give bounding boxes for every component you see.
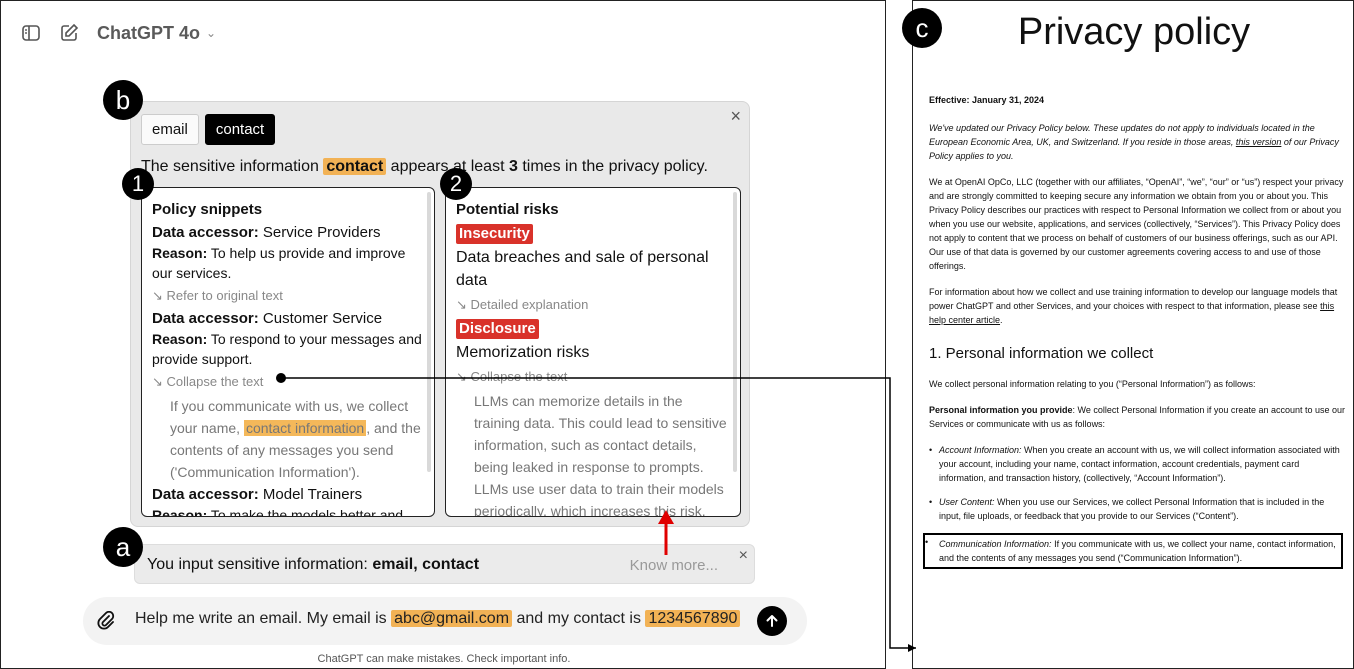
bullet-label: Account Information: <box>939 445 1022 455</box>
arrow-up-icon <box>766 615 778 627</box>
accessor-label: Data accessor: <box>152 486 259 503</box>
accessor-row: Data accessor: Customer Service <box>152 309 424 329</box>
list-item: User Content: When you use our Services,… <box>929 495 1345 523</box>
tab-email[interactable]: email <box>141 114 199 145</box>
bullet-label: User Content: <box>939 497 995 507</box>
summary-count: 3 <box>508 158 518 175</box>
info-tabs: email contact <box>141 114 276 145</box>
badge-c: c <box>902 8 942 48</box>
detail-link[interactable]: ↘ Detailed explanation <box>456 296 730 314</box>
tab-contact[interactable]: contact <box>204 114 276 145</box>
msg-phone: 1234567890 <box>645 610 741 627</box>
section-intro: We collect personal information relating… <box>929 379 1256 389</box>
badge-b: b <box>103 80 143 120</box>
badge-a: a <box>103 527 143 567</box>
notice-terms: email, contact <box>372 556 480 573</box>
list-item: Account Information: When you create an … <box>929 443 1345 485</box>
notice-pre: You input sensitive information: <box>147 556 368 573</box>
paperclip-icon[interactable] <box>97 610 115 631</box>
accessor-value: Service Providers <box>262 224 381 241</box>
accessor-row: Data accessor: Service Providers <box>152 223 424 243</box>
scrollbar[interactable] <box>733 192 737 472</box>
sidebar-icon[interactable] <box>21 23 41 43</box>
message-composer[interactable]: Help me write an email. My email is abc@… <box>83 597 807 645</box>
intro-paragraph: We've updated our Privacy Policy below. … <box>929 121 1345 163</box>
reason-row: Reason: To help us provide and improve o… <box>152 243 424 283</box>
policy-body: Effective: January 31, 2024 We've update… <box>923 93 1345 579</box>
badge-1: 1 <box>122 168 154 200</box>
reason-value: To make the models better and <box>210 507 404 517</box>
risk-tag: Disclosure <box>456 319 539 339</box>
provide-label: Personal information you provide <box>929 405 1073 415</box>
summary-term: contact <box>323 158 387 175</box>
potential-risks-panel[interactable]: Potential risks Insecurity Data breaches… <box>445 187 741 517</box>
bullet-label: Communication Information: <box>939 539 1052 549</box>
refer-link[interactable]: ↘ Refer to original text <box>152 287 424 305</box>
msg-mid: and my contact is <box>516 610 641 627</box>
accessor-label: Data accessor: <box>152 310 259 327</box>
summary-pre: The sensitive information <box>141 158 319 175</box>
notice-text: You input sensitive information: email, … <box>147 556 479 574</box>
effective-date: Effective: January 31, 2024 <box>929 95 1045 105</box>
original-quote: If you communicate with us, we collect y… <box>152 395 424 483</box>
collapse-link[interactable]: ↘ Collapse the text <box>456 368 730 386</box>
scrollbar[interactable] <box>427 192 431 472</box>
message-input[interactable]: Help me write an email. My email is abc@… <box>135 610 741 628</box>
bullet-text: When you use our Services, we collect Pe… <box>939 497 1325 521</box>
summary-post: times in the privacy policy. <box>522 158 708 175</box>
para2-end: . <box>1000 315 1003 325</box>
version-link[interactable]: this version <box>1236 137 1282 147</box>
reason-label: Reason: <box>152 507 208 517</box>
accessor-label: Data accessor: <box>152 224 259 241</box>
msg-pre: Help me write an email. My email is <box>135 610 387 627</box>
summary-text: The sensitive information contact appear… <box>141 158 708 176</box>
risk-explanation: LLMs can memorize details in the trainin… <box>474 393 727 517</box>
sensitive-info-popup: × email contact The sensitive informatio… <box>130 101 750 527</box>
close-icon[interactable]: × <box>739 547 748 565</box>
privacy-policy-page: Privacy policy Effective: January 31, 20… <box>912 0 1354 669</box>
reason-row: Reason: To respond to your messages and … <box>152 329 424 369</box>
accessor-row: Data accessor: Model Trainers <box>152 485 424 505</box>
risk-tag: Insecurity <box>456 224 533 244</box>
paragraph: Personal information you provide: We col… <box>929 403 1345 431</box>
risk-text: Memorization risks <box>456 344 590 361</box>
risk-text: Data breaches and sale of personal data <box>456 249 709 289</box>
reason-row: Reason: To make the models better and <box>152 505 424 517</box>
model-selector[interactable]: ChatGPT 4o ⌄ <box>97 23 216 44</box>
page-title: Privacy policy <box>1017 11 1251 53</box>
msg-email: abc@gmail.com <box>391 610 513 627</box>
model-name: ChatGPT 4o <box>97 22 201 43</box>
collapse-link[interactable]: ↘ Collapse the text <box>152 373 424 391</box>
highlighted-list-item: Communication Information: If you commun… <box>923 533 1343 569</box>
disclaimer: ChatGPT can make mistakes. Check importa… <box>317 653 571 665</box>
paragraph: We at OpenAI OpCo, LLC (together with ou… <box>929 177 1344 271</box>
top-bar: ChatGPT 4o ⌄ <box>21 19 216 47</box>
risks-heading: Potential risks <box>456 201 559 218</box>
snippets-heading: Policy snippets <box>152 201 263 218</box>
close-icon[interactable]: × <box>730 106 741 127</box>
send-button[interactable] <box>757 606 787 636</box>
badge-2: 2 <box>440 168 472 200</box>
edit-icon[interactable] <box>59 23 79 43</box>
sensitive-input-notice: You input sensitive information: email, … <box>134 544 755 584</box>
accessor-value: Customer Service <box>262 310 383 327</box>
section-title: 1. Personal information we collect <box>929 345 1154 362</box>
chevron-down-icon: ⌄ <box>206 26 217 40</box>
reason-label: Reason: <box>152 245 208 261</box>
reason-label: Reason: <box>152 331 208 347</box>
know-more-link[interactable]: Know more... <box>630 557 718 574</box>
policy-snippets-panel[interactable]: Policy snippets Data accessor: Service P… <box>141 187 435 517</box>
accessor-value: Model Trainers <box>262 486 363 503</box>
paragraph: For information about how we collect and… <box>929 285 1345 327</box>
para2-text: For information about how we collect and… <box>929 287 1338 311</box>
quote-highlight: contact information <box>243 420 367 436</box>
